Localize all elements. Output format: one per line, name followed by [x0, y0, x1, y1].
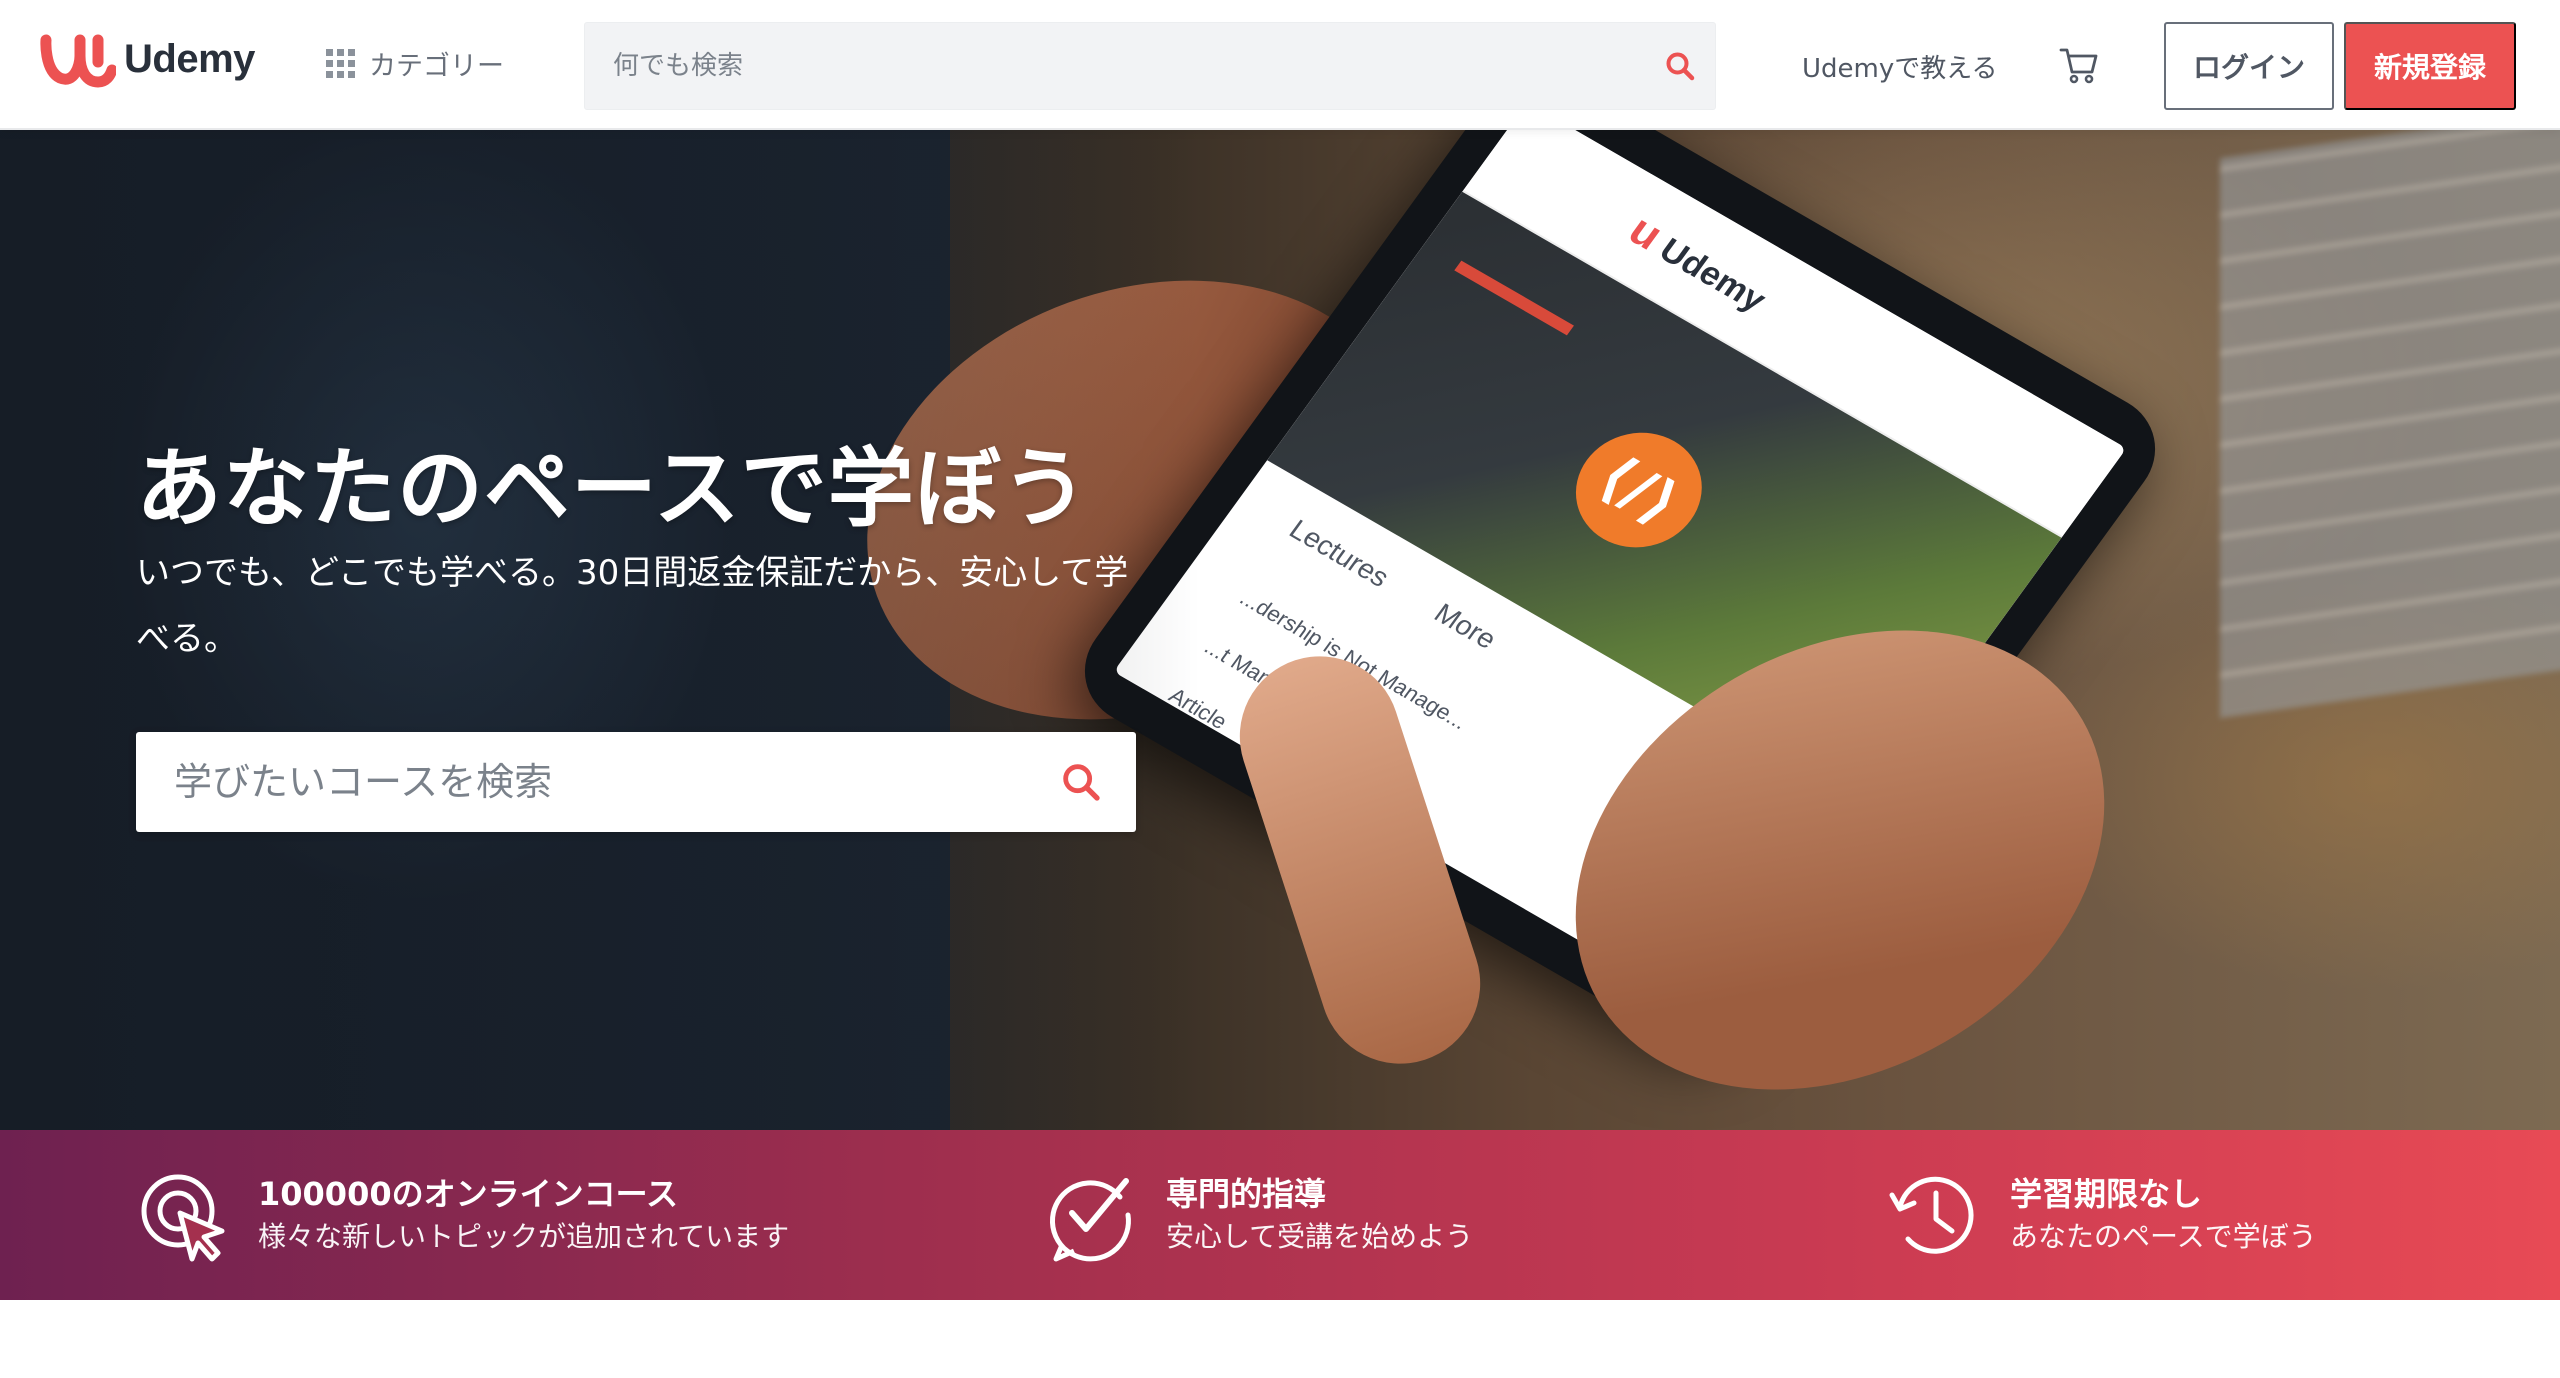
feature-lifetime-access: 学習期限なし あなたのペースで学ぼう: [1886, 1130, 2317, 1300]
feature-expert-instruction: 専門的指導 安心して受講を始めよう: [1042, 1130, 1473, 1300]
udemy-logo[interactable]: Udemy: [40, 26, 255, 92]
feature-online-courses: 100000のオンラインコース 様々な新しいトピックが追加されています: [134, 1130, 789, 1300]
signup-button[interactable]: 新規登録: [2344, 22, 2516, 110]
phone-progress-bar: [1454, 260, 1574, 336]
below-fold-section: [0, 1300, 2560, 1378]
phone-app-brand: Udemy: [1652, 231, 1773, 319]
login-button[interactable]: ログイン: [2164, 22, 2334, 110]
cursor-click-icon: [141, 1174, 225, 1262]
teach-on-udemy-link[interactable]: Udemyで教える: [1802, 48, 1997, 85]
hero-subtitle: いつでも、どこでも学べる。30日間返金保証だから、安心して学べる。: [136, 553, 1129, 659]
features-band: 100000のオンラインコース 様々な新しいトピックが追加されています 専門的指…: [0, 1130, 2560, 1300]
top-header: Udemy カテゴリー Udemyで教える ログイン 新規登録: [0, 0, 2560, 130]
feature-description: あなたのペースで学ぼう: [2010, 1220, 2317, 1253]
categories-menu[interactable]: カテゴリー: [326, 44, 504, 83]
feature-text: 専門的指導 安心して受講を始めよう: [1166, 1172, 1473, 1258]
header-search-input[interactable]: [585, 23, 1645, 109]
hero-search-bar: [136, 732, 1136, 832]
udemy-logo-mark-icon: [40, 34, 116, 88]
grid-icon: [326, 49, 355, 78]
feature-title: 100000のオンラインコース: [258, 1175, 678, 1213]
hero-search-input[interactable]: [136, 732, 1026, 832]
feature-text: 学習期限なし あなたのペースで学ぼう: [2010, 1172, 2317, 1258]
header-search-bar: [584, 22, 1716, 110]
phone-tab-more: More: [1428, 597, 1503, 655]
cart-button[interactable]: [2058, 44, 2100, 90]
feature-description: 安心して受講を始めよう: [1166, 1220, 1474, 1253]
feature-text: 100000のオンラインコース 様々な新しいトピックが追加されています: [258, 1172, 789, 1258]
feature-title: 専門的指導: [1166, 1175, 1327, 1213]
header-search-button[interactable]: [1645, 23, 1715, 109]
feature-description: 様々な新しいトピックが追加されています: [258, 1220, 790, 1253]
cart-icon: [2059, 48, 2098, 84]
brand-name: Udemy: [124, 36, 255, 81]
feature-title: 学習期限なし: [2010, 1175, 2203, 1213]
search-icon: [1666, 52, 1695, 81]
categories-label: カテゴリー: [369, 51, 504, 82]
hero-banner: u Udemy ⟨/⟩ Lectures More ...dership is …: [0, 130, 2560, 1130]
hero-background-keyboard: [2220, 130, 2560, 719]
search-icon: [1063, 764, 1100, 801]
check-badge-icon: [1050, 1178, 1131, 1262]
hero-search-button[interactable]: [1026, 732, 1136, 832]
phone-course-badge-icon: ⟨/⟩: [1551, 411, 1727, 569]
history-clock-icon: [1889, 1176, 1974, 1254]
hero-title: あなたのペースで学ぼう: [136, 439, 1089, 539]
phone-tab-lectures: Lectures: [1283, 513, 1396, 593]
